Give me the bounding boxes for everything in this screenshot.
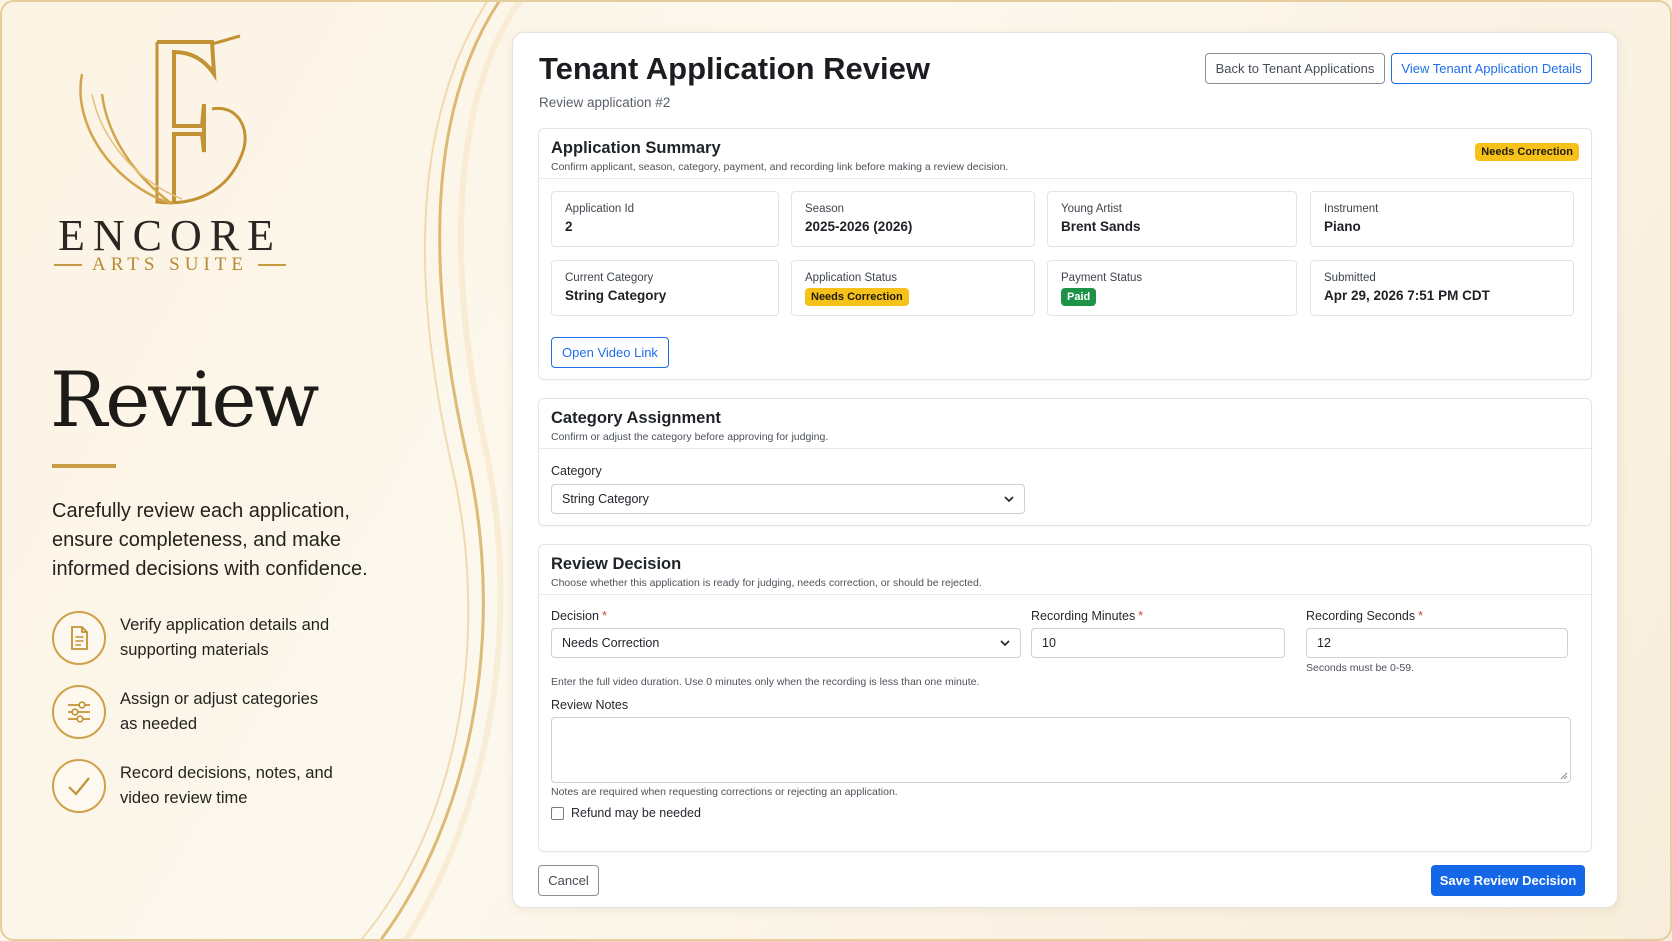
review-notes-label: Review Notes	[551, 698, 629, 712]
tile-value: 2	[565, 219, 573, 234]
decision-description: Choose whether this application is ready…	[551, 577, 982, 589]
tile-season: Season 2025-2026 (2026)	[791, 191, 1035, 247]
decision-header: Review Decision Choose whether this appl…	[539, 545, 1591, 595]
recording-seconds-input[interactable]: 12	[1306, 628, 1568, 658]
brand-tagline: ARTS SUITE	[52, 254, 288, 276]
hero-title: Review	[50, 355, 319, 444]
cancel-button[interactable]: Cancel	[538, 865, 599, 896]
summary-title: Application Summary	[551, 139, 721, 157]
tile-young-artist: Young Artist Brent Sands	[1047, 191, 1297, 247]
minutes-label-text: Recording Minutes	[1031, 609, 1136, 623]
sliders-icon	[52, 685, 106, 739]
category-header: Category Assignment Confirm or adjust th…	[539, 399, 1591, 449]
seconds-label-text: Recording Seconds	[1306, 609, 1416, 623]
tile-application-status: Application Status Needs Correction	[791, 260, 1035, 316]
seconds-help-text: Seconds must be 0-59.	[1306, 662, 1414, 674]
application-status-badge: Needs Correction	[805, 288, 909, 306]
brand-tagline-text: ARTS SUITE	[91, 254, 248, 275]
branding-panel: ENCORE ARTS SUITE Review Carefully revie…	[0, 0, 500, 941]
decision-title: Review Decision	[551, 555, 682, 573]
tagline-rule-right	[258, 264, 286, 266]
feature-text-verify: Verify application details and supportin…	[120, 616, 330, 659]
feature-item-assign: Assign or adjust categories as needed	[52, 685, 340, 739]
tile-value: String Category	[565, 288, 667, 303]
required-mark: *	[601, 609, 607, 623]
refund-checkbox[interactable]	[551, 806, 564, 820]
application-summary-section: Application Summary Confirm applicant, s…	[538, 128, 1592, 380]
resize-handle-icon[interactable]	[1560, 772, 1568, 780]
hero-divider	[52, 464, 116, 468]
decision-select-value: Needs Correction	[562, 636, 660, 650]
tile-label: Payment Status	[1061, 272, 1143, 284]
summary-status-badge: Needs Correction	[1475, 143, 1579, 161]
duration-help-text: Enter the full video duration. Use 0 min…	[551, 676, 980, 688]
refund-checkbox-row[interactable]: Refund may be needed	[551, 806, 701, 820]
view-application-details-button[interactable]: View Tenant Application Details	[1391, 53, 1592, 84]
tile-label: Current Category	[565, 272, 654, 284]
tile-payment-status: Payment Status Paid	[1047, 260, 1297, 316]
feature-text-record: Record decisions, notes, and video revie…	[120, 764, 333, 807]
tile-label: Application Id	[565, 203, 635, 215]
tile-label: Instrument	[1324, 203, 1379, 215]
hero-description: Carefully review each application, ensur…	[52, 500, 368, 580]
review-notes-textarea[interactable]	[551, 717, 1571, 783]
document-icon	[52, 611, 106, 665]
tile-value: Brent Sands	[1061, 219, 1141, 234]
tile-submitted: Submitted Apr 29, 2026 7:51 PM CDT	[1310, 260, 1574, 316]
feature-text-assign: Assign or adjust categories as needed	[120, 690, 319, 733]
back-to-applications-button[interactable]: Back to Tenant Applications	[1205, 53, 1385, 84]
feature-item-verify: Verify application details and supportin…	[52, 611, 340, 665]
encore-logo-icon	[79, 34, 247, 206]
review-decision-section: Review Decision Choose whether this appl…	[538, 544, 1592, 852]
category-field-label: Category	[551, 464, 602, 478]
feature-item-record: Record decisions, notes, and video revie…	[52, 759, 340, 813]
required-mark: *	[1418, 609, 1423, 623]
category-select-value: String Category	[562, 492, 649, 506]
seconds-field-label: Recording Seconds *	[1306, 609, 1423, 623]
required-mark: *	[1138, 609, 1144, 623]
minutes-field-label: Recording Minutes *	[1031, 609, 1143, 623]
tile-current-category: Current Category String Category	[551, 260, 779, 316]
category-select[interactable]: String Category	[551, 484, 1025, 514]
tile-instrument: Instrument Piano	[1310, 191, 1574, 247]
category-description: Confirm or adjust the category before ap…	[551, 431, 829, 443]
summary-description: Confirm applicant, season, category, pay…	[551, 161, 1009, 173]
tagline-rule-left	[53, 264, 82, 266]
tile-application-id: Application Id 2	[551, 191, 779, 247]
category-title: Category Assignment	[551, 409, 721, 427]
tile-label: Submitted	[1324, 272, 1376, 284]
tile-value: Piano	[1324, 219, 1361, 234]
recording-minutes-input[interactable]: 10	[1031, 628, 1285, 658]
tile-value: Paid	[1061, 288, 1283, 306]
category-assignment-section: Category Assignment Confirm or adjust th…	[538, 398, 1592, 526]
refund-checkbox-label: Refund may be needed	[571, 806, 701, 820]
tile-label: Season	[805, 203, 845, 215]
payment-status-badge: Paid	[1061, 288, 1097, 306]
decision-select[interactable]: Needs Correction	[551, 628, 1021, 658]
tile-label: Application Status	[805, 272, 898, 284]
save-review-decision-button[interactable]: Save Review Decision	[1431, 865, 1585, 896]
tile-value: Needs Correction	[805, 288, 1021, 306]
page-title: Tenant Application Review	[539, 51, 930, 86]
notes-help-text: Notes are required when requesting corre…	[551, 786, 898, 798]
page-subtitle: Review application #2	[539, 95, 671, 110]
open-video-link-button[interactable]: Open Video Link	[551, 337, 669, 368]
chevron-down-icon	[1000, 640, 1010, 647]
tile-value: Apr 29, 2026 7:51 PM CDT	[1324, 288, 1490, 303]
decision-field-label: Decision *	[551, 609, 607, 623]
checkmark-icon	[52, 759, 106, 813]
decision-label-text: Decision	[551, 609, 599, 623]
tile-value: 2025-2026 (2026)	[805, 219, 913, 234]
review-card: Tenant Application Review Review applica…	[512, 32, 1618, 908]
summary-header: Application Summary Confirm applicant, s…	[539, 129, 1591, 179]
chevron-down-icon	[1004, 496, 1014, 503]
tile-label: Young Artist	[1061, 203, 1122, 215]
